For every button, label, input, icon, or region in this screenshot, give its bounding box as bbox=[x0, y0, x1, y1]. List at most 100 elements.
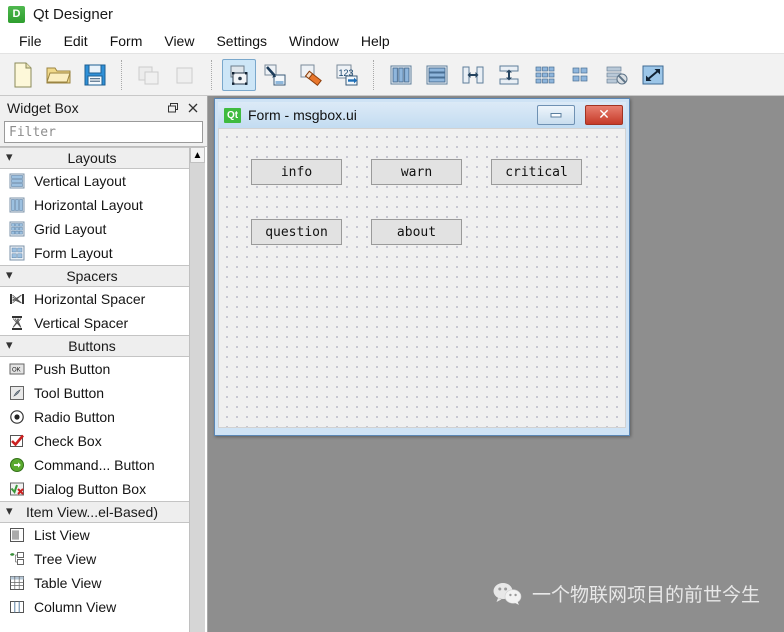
widget-item-table-view[interactable]: Table View bbox=[0, 571, 190, 595]
form-window: Qt Form - msgbox.ui ✕ info warn critical… bbox=[214, 98, 630, 436]
widget-item-tree-view[interactable]: Tree View bbox=[0, 547, 190, 571]
widget-item-tool-button[interactable]: Tool Button bbox=[0, 381, 190, 405]
widget-item-label: Form Layout bbox=[34, 245, 113, 261]
adjust-size-button[interactable] bbox=[636, 59, 670, 91]
widget-item-horizontal-layout[interactable]: Horizontal Layout bbox=[0, 193, 190, 217]
widget-category-spacers[interactable]: ▾ Spacers bbox=[0, 265, 190, 287]
grid-layout-icon bbox=[8, 220, 26, 238]
form-push-button-question[interactable]: question bbox=[251, 219, 342, 245]
widget-item-column-view[interactable]: Column View bbox=[0, 595, 190, 619]
chevron-down-icon: ▾ bbox=[6, 503, 13, 518]
dialog-button-box-icon bbox=[8, 480, 26, 498]
form-push-button-warn[interactable]: warn bbox=[371, 159, 462, 185]
minimize-icon bbox=[550, 113, 562, 118]
watermark: 一个物联网项目的前世今生 bbox=[492, 580, 760, 607]
close-button[interactable]: ✕ bbox=[585, 105, 623, 125]
widget-item-label: Tool Button bbox=[34, 385, 105, 401]
open-form-button[interactable] bbox=[42, 59, 76, 91]
svg-text:OK: OK bbox=[12, 368, 21, 374]
chevron-down-icon: ▾ bbox=[6, 149, 13, 164]
form-window-title: Form - msgbox.ui bbox=[248, 107, 357, 123]
app-titlebar: D Qt Designer bbox=[0, 0, 784, 28]
widget-item-list-view[interactable]: List View bbox=[0, 523, 190, 547]
menu-file[interactable]: File bbox=[8, 30, 53, 52]
widget-item-label: Grid Layout bbox=[34, 221, 107, 237]
widget-item-label: Column View bbox=[34, 599, 117, 615]
widget-category-layouts[interactable]: ▾ Layouts bbox=[0, 147, 190, 169]
form-layout-icon bbox=[8, 244, 26, 262]
command-link-button-icon bbox=[8, 456, 26, 474]
chevron-up-icon[interactable]: ▲ bbox=[190, 147, 205, 163]
widget-item-label: Push Button bbox=[34, 361, 111, 377]
layout-splitter-horizontal-button[interactable] bbox=[456, 59, 490, 91]
widget-item-label: Horizontal Spacer bbox=[34, 291, 146, 307]
minimize-button[interactable] bbox=[537, 105, 575, 125]
form-push-button-info[interactable]: info bbox=[251, 159, 342, 185]
widget-item-vertical-spacer[interactable]: Vertical Spacer bbox=[0, 311, 190, 335]
widget-item-vertical-layout[interactable]: Vertical Layout bbox=[0, 169, 190, 193]
category-label: Spacers bbox=[66, 268, 118, 284]
widget-item-label: Vertical Layout bbox=[34, 173, 126, 189]
chevron-down-icon: ▾ bbox=[6, 337, 13, 352]
undo-button[interactable] bbox=[132, 59, 166, 91]
toolbar: 123 bbox=[0, 54, 784, 96]
edit-widgets-button[interactable] bbox=[222, 58, 256, 91]
category-label: Item View...el-Based) bbox=[25, 504, 159, 520]
new-form-button[interactable] bbox=[6, 59, 40, 91]
widget-item-grid-layout[interactable]: Grid Layout bbox=[0, 217, 190, 241]
restore-float-icon[interactable] bbox=[163, 99, 183, 117]
watermark-text: 一个物联网项目的前世今生 bbox=[532, 584, 761, 606]
form-push-button-critical[interactable]: critical bbox=[491, 159, 582, 185]
edit-tab-order-button[interactable]: 123 bbox=[330, 59, 364, 91]
menu-settings[interactable]: Settings bbox=[205, 30, 278, 52]
menu-form[interactable]: Form bbox=[99, 30, 154, 52]
column-view-icon bbox=[8, 598, 26, 616]
menu-help[interactable]: Help bbox=[350, 30, 401, 52]
widget-item-command-link-button[interactable]: Command... Button bbox=[0, 453, 190, 477]
menu-edit[interactable]: Edit bbox=[53, 30, 99, 52]
close-icon[interactable] bbox=[183, 99, 203, 117]
app-title: Qt Designer bbox=[33, 5, 114, 23]
toolbar-separator bbox=[373, 59, 375, 90]
layout-splitter-vertical-button[interactable] bbox=[492, 59, 526, 91]
widget-box-list: ▾ Layouts Vertical Layout Horizontal Lay… bbox=[0, 146, 207, 632]
break-layout-button[interactable] bbox=[600, 59, 634, 91]
menu-view[interactable]: View bbox=[153, 30, 205, 52]
widget-item-push-button[interactable]: OK Push Button bbox=[0, 357, 190, 381]
widget-item-label: Dialog Button Box bbox=[34, 481, 147, 497]
form-titlebar[interactable]: Qt Form - msgbox.ui ✕ bbox=[218, 102, 626, 128]
menu-window[interactable]: Window bbox=[278, 30, 350, 52]
widget-item-dialog-button-box[interactable]: Dialog Button Box bbox=[0, 477, 190, 501]
edit-signals-slots-button[interactable] bbox=[258, 59, 292, 91]
layout-grid-button[interactable] bbox=[528, 59, 562, 91]
widget-item-label: Table View bbox=[34, 575, 102, 591]
check-box-icon bbox=[8, 432, 26, 450]
widget-item-label: Tree View bbox=[34, 551, 97, 567]
widget-item-check-box[interactable]: Check Box bbox=[0, 429, 190, 453]
tree-view-icon bbox=[8, 550, 26, 568]
widget-category-buttons[interactable]: ▾ Buttons bbox=[0, 335, 190, 357]
filter-input[interactable] bbox=[4, 121, 203, 143]
widget-item-label: Vertical Spacer bbox=[34, 315, 129, 331]
vertical-layout-icon bbox=[8, 172, 26, 190]
layout-vertically-button[interactable] bbox=[420, 59, 454, 91]
redo-button[interactable] bbox=[168, 59, 202, 91]
qt-logo-icon: Qt bbox=[224, 107, 241, 123]
widget-box-title: Widget Box bbox=[7, 100, 79, 116]
layout-horizontally-button[interactable] bbox=[384, 59, 418, 91]
widget-box-scrollbar[interactable]: ▲ bbox=[189, 147, 205, 632]
form-canvas[interactable]: info warn critical question about bbox=[218, 128, 626, 428]
form-push-button-about[interactable]: about bbox=[371, 219, 462, 245]
category-label: Buttons bbox=[68, 338, 116, 354]
table-view-icon bbox=[8, 574, 26, 592]
widget-item-radio-button[interactable]: Radio Button bbox=[0, 405, 190, 429]
save-form-button[interactable] bbox=[78, 59, 112, 91]
edit-buddies-button[interactable] bbox=[294, 59, 328, 91]
layout-form-button[interactable] bbox=[564, 59, 598, 91]
widget-item-label: Horizontal Layout bbox=[34, 197, 143, 213]
widget-category-item-views[interactable]: ▾ Item View...el-Based) bbox=[0, 501, 190, 523]
widget-item-horizontal-spacer[interactable]: Horizontal Spacer bbox=[0, 287, 190, 311]
widget-item-label: Radio Button bbox=[34, 409, 115, 425]
toolbar-separator bbox=[121, 59, 123, 90]
widget-item-form-layout[interactable]: Form Layout bbox=[0, 241, 190, 265]
